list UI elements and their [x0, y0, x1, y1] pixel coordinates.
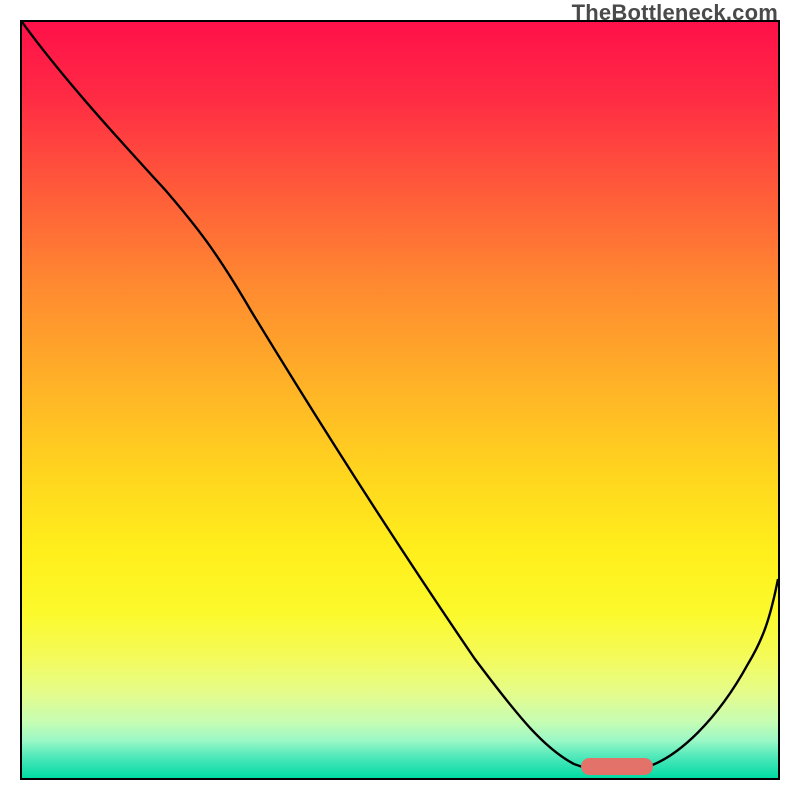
optimal-range-marker [581, 758, 653, 775]
chart-stage: TheBottleneck.com [0, 0, 800, 800]
curve-svg [22, 22, 778, 778]
plot-area [20, 20, 780, 780]
bottleneck-curve-path [22, 22, 778, 771]
